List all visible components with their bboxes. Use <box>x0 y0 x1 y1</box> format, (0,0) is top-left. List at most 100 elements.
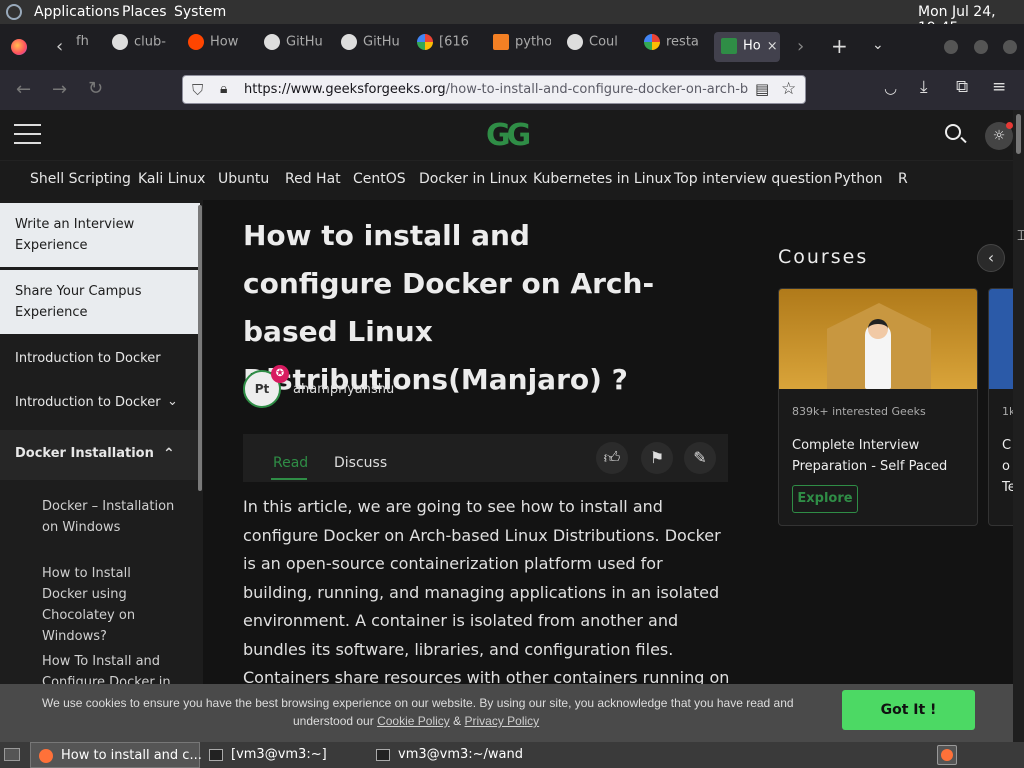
author-badge-icon: ✪ <box>271 365 289 383</box>
ampersand: & <box>453 714 462 728</box>
page-scrollbar[interactable] <box>1013 110 1024 742</box>
tab[interactable]: Coul <box>567 34 625 62</box>
app-menu-icon[interactable]: ≡ <box>992 77 1006 97</box>
category-link[interactable]: Ubuntu <box>218 171 269 187</box>
tab[interactable]: GitHu <box>264 34 326 62</box>
author-name[interactable]: ahampriyanshu <box>293 382 394 397</box>
tracking-shield-icon[interactable]: ⛉ <box>192 81 203 99</box>
got-it-button[interactable]: Got It ! <box>842 690 975 730</box>
taskbar-item-label: How to install and c... <box>61 748 202 763</box>
reddit-icon <box>188 34 204 50</box>
bookmark-icon[interactable]: ⚑ <box>641 442 673 474</box>
tabs-scroll-left-icon[interactable]: ‹ <box>56 36 63 57</box>
url-bar[interactable]: ⛉ 🔒︎ https://www.geeksforgeeks.org/how-t… <box>182 75 806 104</box>
category-link[interactable]: Kubernetes in Linux <box>533 171 672 187</box>
firefox-view-icon[interactable] <box>11 39 27 55</box>
category-link[interactable]: Top interview question <box>674 171 832 187</box>
tab-discuss[interactable]: Discuss <box>334 455 387 471</box>
reload-icon[interactable]: ↻ <box>88 78 103 99</box>
cookie-text-line2: understood our Cookie Policy & Privacy P… <box>293 714 539 728</box>
sidebar-item-label: Introduction to Docker <box>15 395 161 410</box>
carousel-prev-icon[interactable]: ‹ <box>977 244 1005 272</box>
sidebar-item-share-campus[interactable]: Share Your Campus Experience <box>0 270 200 334</box>
privacy-policy-link[interactable]: Privacy Policy <box>464 714 539 728</box>
chevron-down-icon: ⌄ <box>167 394 178 409</box>
sidebar-item-intro-docker[interactable]: Introduction to Docker <box>0 348 200 369</box>
notification-dot <box>1006 122 1013 129</box>
course-card[interactable]: 839k+ interested Geeks Complete Intervie… <box>778 288 978 526</box>
minimize-window-icon[interactable] <box>944 40 958 54</box>
tab[interactable]: GitHu <box>341 34 403 62</box>
sidebar-scrollbar[interactable] <box>198 205 202 491</box>
sidebar-subitem[interactable]: How to Install Docker using Chocolatey o… <box>0 563 200 647</box>
system-logo-icon[interactable] <box>6 4 22 20</box>
list-tabs-icon[interactable]: ⌄ <box>872 37 884 53</box>
hamburger-menu-icon[interactable] <box>14 124 41 144</box>
explore-button[interactable]: Explore <box>792 485 858 513</box>
tab[interactable]: club- <box>112 34 172 62</box>
mouse-cursor-icon: ⌶ <box>1017 228 1024 244</box>
category-link[interactable]: CentOS <box>353 171 406 187</box>
scrollbar-thumb[interactable] <box>1016 114 1021 154</box>
search-icon[interactable] <box>945 124 967 144</box>
category-link[interactable]: Kali Linux <box>138 171 205 187</box>
chevron-up-icon: ⌃ <box>163 446 175 462</box>
course-title[interactable]: Complete Interview Preparation - Self Pa… <box>792 435 972 477</box>
like-icon[interactable]: 👍︎ <box>596 442 628 474</box>
url-text[interactable]: https://www.geeksforgeeks.org/how-to-ins… <box>244 82 748 97</box>
article-tabs-bar: Read Discuss 👍︎ ⚑ ✎ <box>243 434 728 482</box>
tab[interactable]: How <box>188 34 250 62</box>
close-tab-icon[interactable]: × <box>767 39 778 54</box>
cookie-text: understood our <box>293 714 374 728</box>
gfg-logo[interactable]: GG <box>486 118 531 153</box>
tab-read[interactable]: Read <box>273 455 308 471</box>
cookie-policy-link[interactable]: Cookie Policy <box>377 714 450 728</box>
system-menu[interactable]: System <box>174 4 226 20</box>
tab[interactable]: fh <box>76 34 100 62</box>
taskbar-item-label: vm3@vm3:~/wand <box>398 747 523 762</box>
cookie-text: We use cookies to ensure you have the be… <box>42 696 794 710</box>
new-tab-icon[interactable]: + <box>831 34 848 58</box>
sidebar-subitem[interactable]: How To Install and Configure Docker in <box>0 651 200 684</box>
tabs-scroll-right-icon[interactable]: › <box>797 36 804 57</box>
show-desktop-icon[interactable] <box>4 748 20 761</box>
pocket-icon[interactable]: ◡ <box>884 79 897 97</box>
reader-view-icon[interactable]: ▤ <box>755 80 769 98</box>
sidebar-subitem[interactable]: Docker – Installation on Windows <box>0 496 200 538</box>
forward-icon[interactable]: → <box>52 79 67 100</box>
category-link[interactable]: Red Hat <box>285 171 341 187</box>
category-link[interactable]: R <box>898 171 908 187</box>
course-interest: 839k+ interested Geeks <box>792 405 926 418</box>
tab-active[interactable]: Ho × <box>714 32 780 62</box>
taskbar-item-terminal[interactable]: vm3@vm3:~/wand <box>374 742 544 768</box>
taskbar-item-terminal[interactable]: [vm3@vm3:~] <box>207 742 367 768</box>
category-link[interactable]: Python <box>834 171 883 187</box>
tab[interactable]: [616 <box>417 34 475 62</box>
close-window-icon[interactable] <box>1003 40 1017 54</box>
github-icon <box>341 34 357 50</box>
edit-pencil-icon[interactable]: ✎ <box>684 442 716 474</box>
google-icon <box>644 34 660 50</box>
places-menu[interactable]: Places <box>122 4 167 20</box>
extensions-icon[interactable]: ⧉ <box>956 77 968 97</box>
category-link[interactable]: Shell Scripting <box>30 171 131 187</box>
applications-menu[interactable]: Applications <box>34 4 120 20</box>
site-header: GG ☼ <box>0 110 1013 161</box>
hedgehog-icon <box>567 34 583 50</box>
stackoverflow-icon <box>493 34 509 50</box>
sidebar-item-intro-docker-expandable[interactable]: Introduction to Docker ⌄ <box>0 392 200 413</box>
firefox-tray-icon[interactable] <box>937 745 957 765</box>
system-top-bar: Applications Places System Mon Jul 24, 1… <box>0 0 1024 36</box>
downloads-icon[interactable]: ⤓ <box>920 77 928 97</box>
bookmark-star-icon[interactable]: ☆ <box>781 79 796 99</box>
tab[interactable]: pytho <box>493 34 551 62</box>
maximize-window-icon[interactable] <box>974 40 988 54</box>
category-link[interactable]: Docker in Linux <box>419 171 527 187</box>
sidebar-item-docker-installation[interactable]: Docker Installation ⌃ <box>0 430 200 480</box>
sidebar-item-write-interview[interactable]: Write an Interview Experience <box>0 203 200 267</box>
tab[interactable]: resta <box>644 34 702 62</box>
taskbar-item-firefox[interactable]: How to install and c... <box>30 742 202 768</box>
google-icon <box>417 34 433 50</box>
lock-icon[interactable]: 🔒︎ <box>220 81 227 97</box>
back-icon[interactable]: ← <box>16 79 31 100</box>
